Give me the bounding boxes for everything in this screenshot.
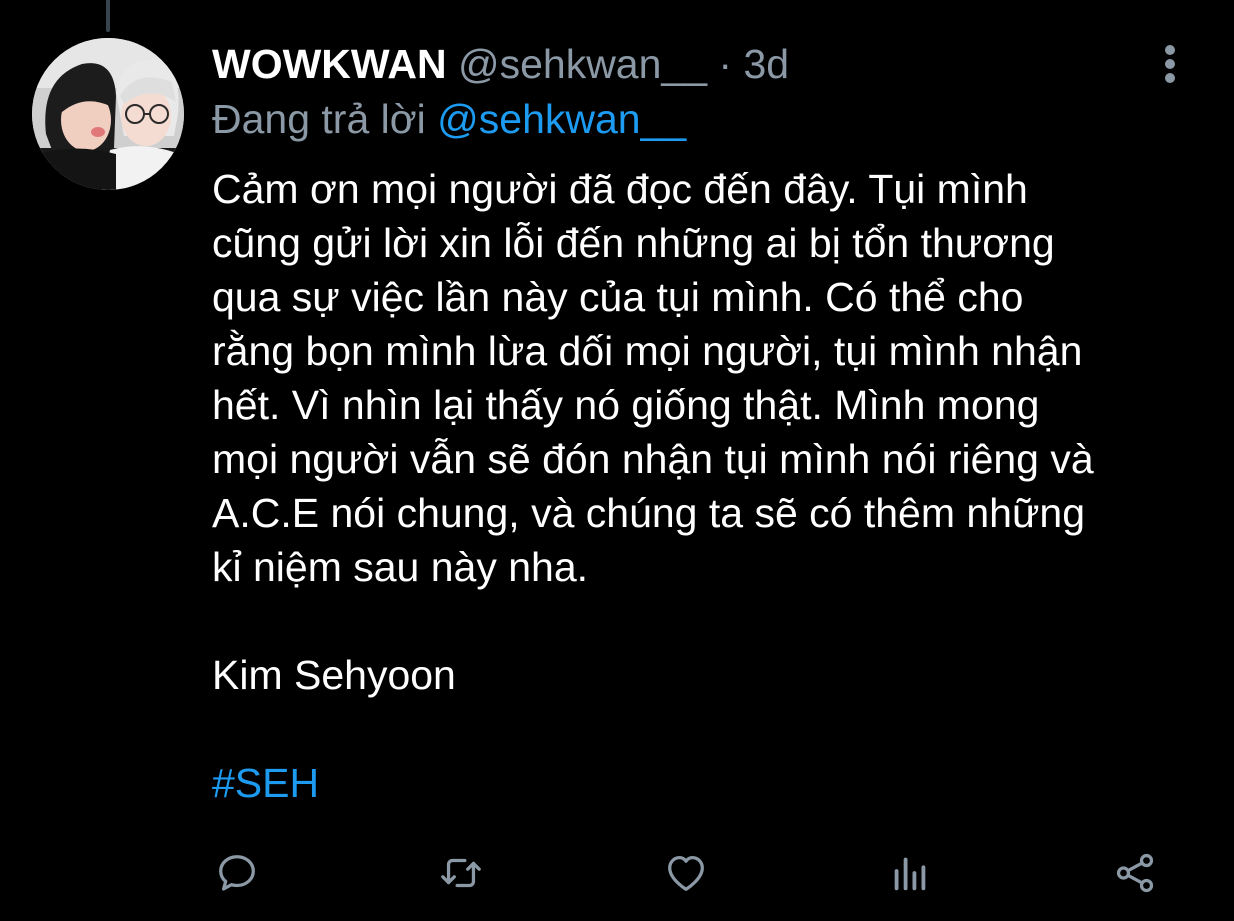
tweet-text-line: qua sự việc lần này của tụi mình. Có thể…: [212, 274, 1024, 320]
more-options-icon[interactable]: [1150, 40, 1190, 88]
replying-label: Đang trả lời: [212, 96, 426, 142]
retweet-icon: [441, 858, 481, 888]
timestamp[interactable]: 3d: [743, 41, 789, 87]
tweet-text-line: rằng bọn mình lừa dối mọi người, tụi mìn…: [212, 328, 1083, 374]
replying-to-mention[interactable]: @sehkwan__: [437, 96, 686, 142]
user-handle[interactable]: @sehkwan__: [458, 41, 707, 87]
tweet-text-line: A.C.E nói chung, và chúng ta sẽ có thêm …: [212, 490, 1086, 536]
analytics-icon: [894, 857, 926, 891]
share-button[interactable]: [1108, 846, 1162, 900]
tweet-text-line: cũng gửi lời xin lỗi đến những ai bị tổn…: [212, 220, 1055, 266]
reply-icon: [219, 855, 255, 891]
analytics-button[interactable]: [883, 846, 937, 900]
replying-to: Đang trả lời @sehkwan__: [212, 93, 686, 145]
tweet: WOWKWAN @sehkwan__ · 3d Đang trả lời @se…: [0, 0, 1234, 921]
tweet-header: WOWKWAN @sehkwan__ · 3d: [212, 38, 789, 90]
thread-connector-line: [106, 0, 110, 32]
tweet-text-line: hết. Vì nhìn lại thấy nó giống thật. Mìn…: [212, 382, 1040, 428]
avatar[interactable]: [32, 38, 184, 190]
display-name[interactable]: WOWKWAN: [212, 41, 447, 87]
like-button[interactable]: [659, 846, 713, 900]
share-icon: [1116, 853, 1154, 893]
retweet-button[interactable]: [434, 846, 488, 900]
hashtag-link[interactable]: #SEH: [212, 756, 319, 810]
tweet-signature: Kim Sehyoon: [212, 652, 456, 698]
reply-button[interactable]: [210, 846, 264, 900]
tweet-text-line: Cảm ơn mọi người đã đọc đến đây. Tụi mìn…: [212, 166, 1028, 212]
tweet-text: Cảm ơn mọi người đã đọc đến đây. Tụi mìn…: [212, 162, 1212, 594]
heart-icon: [668, 856, 704, 891]
tweet-text-line: kỉ niệm sau này nha.: [212, 544, 589, 590]
separator-dot: ·: [718, 41, 733, 87]
tweet-text-line: mọi người vẫn sẽ đón nhận tụi mình nói r…: [212, 436, 1094, 482]
